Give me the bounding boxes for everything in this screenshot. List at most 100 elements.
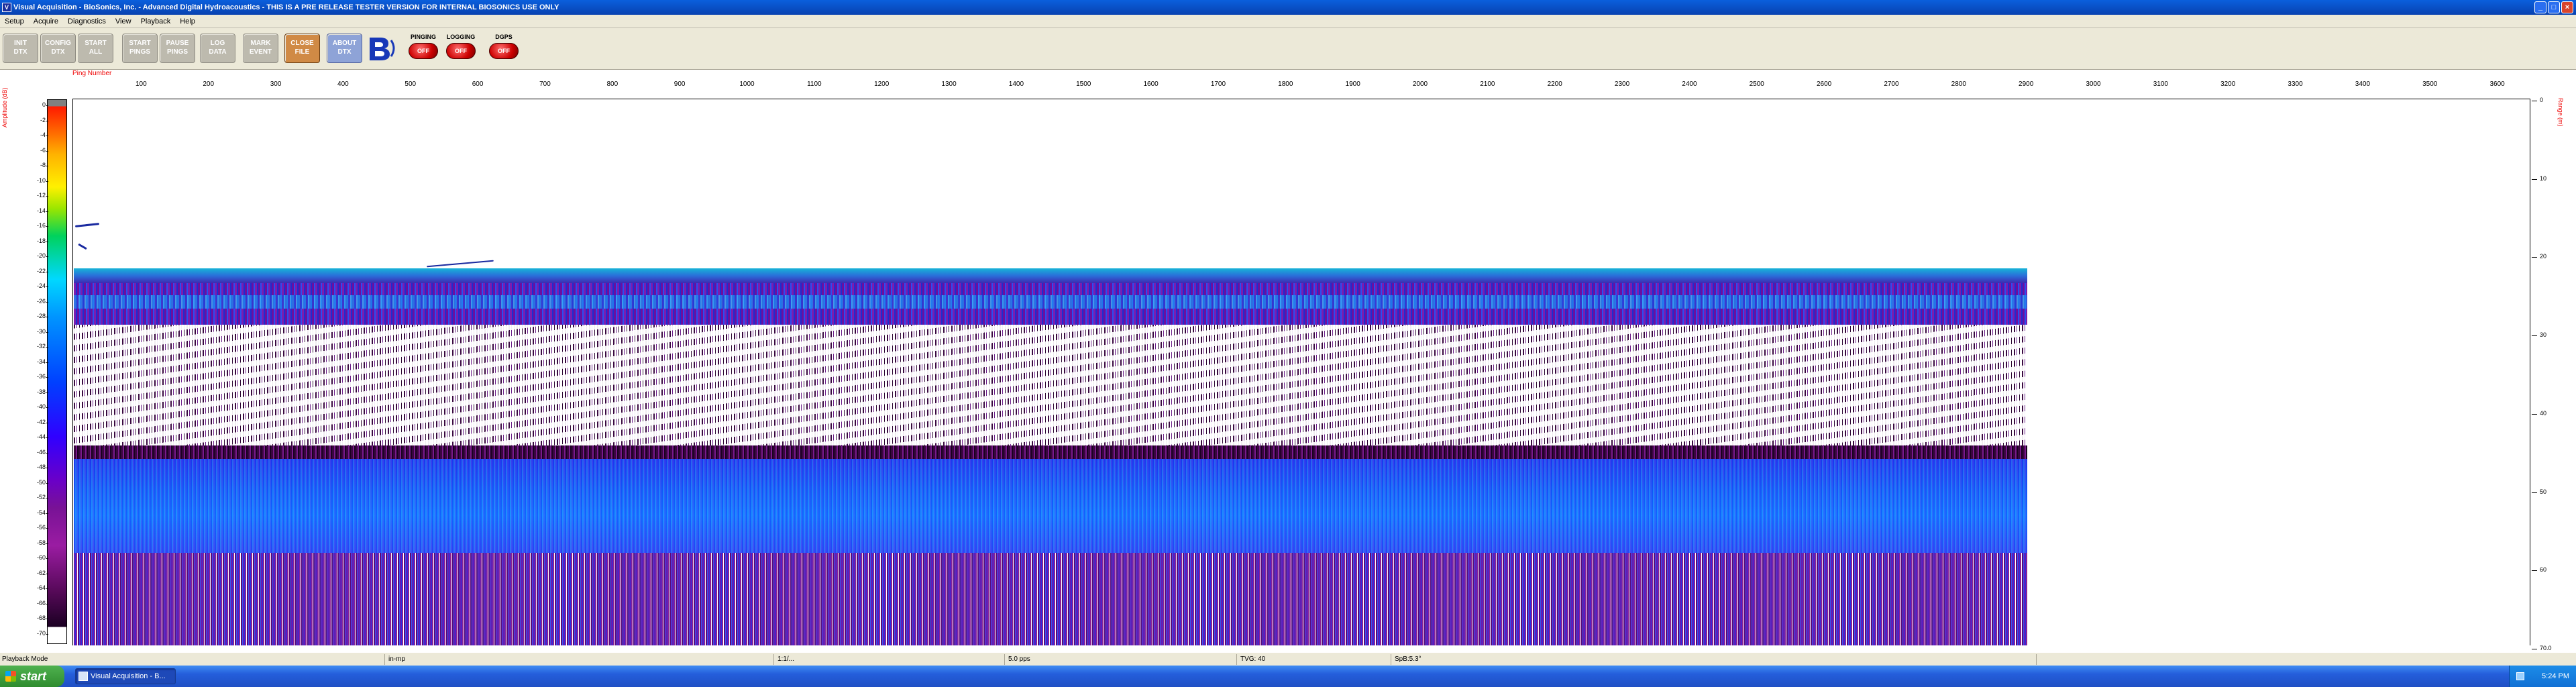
amplitude-tick-label: -6 (32, 147, 48, 154)
surface-layer (74, 268, 2027, 283)
app-window-icon (78, 672, 88, 681)
range-tick-label: 50 (2531, 488, 2547, 495)
range-tick-label: 70.0 (2532, 644, 2552, 651)
ping-tick-label: 900 (674, 81, 686, 88)
app-icon: V (2, 3, 11, 12)
ping-tick-label: 1700 (1210, 81, 1226, 88)
close-button[interactable]: × (2561, 1, 2573, 13)
low-backscatter-zone (74, 325, 2027, 445)
start-all-button[interactable]: START ALL (78, 34, 113, 63)
amplitude-tick-label: -8 (32, 162, 48, 168)
range-tick-label: 20 (2531, 253, 2547, 260)
range-tick-label: 30 (2531, 331, 2547, 339)
upper-blue-band (74, 295, 2027, 309)
amplitude-tick-label: -68 (32, 615, 48, 621)
status-spb: SpB:5.3° (1393, 654, 2037, 665)
logging-indicator: LOGGING OFF (443, 34, 478, 66)
amplitude-tick-label: -42 (32, 419, 48, 425)
network-icon[interactable] (2516, 672, 2524, 680)
ping-tick-label: 2100 (1480, 81, 1495, 88)
button-label: MARK (250, 40, 271, 47)
amplitude-tick-label: -46 (32, 449, 48, 456)
amplitude-tick-label: -50 (32, 479, 48, 486)
ping-tick-label: 2700 (1884, 81, 1899, 88)
window-controls: _ □ × (2534, 1, 2573, 13)
amplitude-tick-label: -24 (32, 282, 48, 289)
range-tick-label: 60 (2531, 566, 2547, 574)
amplitude-tick-label: -34 (32, 358, 48, 365)
button-label: FILE (294, 48, 310, 56)
about-dtx-button[interactable]: ABOUT DTX (327, 34, 362, 63)
ping-tick-label: 2000 (1412, 81, 1428, 88)
amplitude-tick-label: -20 (32, 252, 48, 259)
ping-tick-label: 3400 (2355, 81, 2371, 88)
ping-tick-label: 1200 (874, 81, 890, 88)
menu-setup[interactable]: Setup (0, 17, 29, 25)
start-button[interactable]: start (0, 666, 64, 687)
windows-flag-icon (5, 671, 16, 682)
start-pings-button[interactable]: START PINGS (122, 34, 158, 63)
ping-tick-label: 3000 (2086, 81, 2101, 88)
menu-playback[interactable]: Playback (136, 17, 176, 25)
task-label: Visual Acquisition - B... (91, 672, 166, 680)
ping-tick-label: 1000 (739, 81, 755, 88)
ping-tick-label: 800 (606, 81, 619, 88)
ping-tick-label: 3300 (2288, 81, 2303, 88)
button-label: PAUSE (166, 40, 189, 47)
bottom-noise-band (74, 553, 2027, 645)
ping-tick-label: 3600 (2489, 81, 2505, 88)
logging-state: OFF (446, 43, 476, 59)
button-label: INIT (14, 40, 27, 47)
menu-diagnostics[interactable]: Diagnostics (63, 17, 111, 25)
taskbar-item-visual-acquisition[interactable]: Visual Acquisition - B... (75, 668, 176, 684)
app-window: V Visual Acquisition - BioSonics, Inc. -… (0, 0, 2576, 687)
menu-help[interactable]: Help (175, 17, 200, 25)
log-data-button[interactable]: LOG DATA (200, 34, 235, 63)
ping-tick-label: 2600 (1816, 81, 1832, 88)
amplitude-tick-label: -12 (32, 192, 48, 199)
amplitude-tick-label: -36 (32, 373, 48, 380)
init-dtx-button[interactable]: INIT DTX (3, 34, 38, 63)
dark-boundary-band (74, 445, 2027, 459)
menu-view[interactable]: View (111, 17, 136, 25)
ping-tick-label: 1300 (941, 81, 957, 88)
status-bar: Playback Mode in-mp 1:1/... 5.0 pps TVG:… (0, 652, 2576, 666)
amplitude-tick-label: -60 (32, 554, 48, 561)
dgps-state: OFF (489, 43, 519, 59)
ping-tick-label: 2200 (1547, 81, 1562, 88)
button-label: PINGS (129, 48, 151, 56)
start-label: start (20, 670, 47, 683)
amplitude-tick-label: -4 (32, 131, 48, 138)
title-bar[interactable]: V Visual Acquisition - BioSonics, Inc. -… (0, 0, 2576, 15)
config-dtx-button[interactable]: CONFIG DTX (40, 34, 76, 63)
button-label: ALL (89, 48, 103, 56)
mark-event-button[interactable]: MARK EVENT (243, 34, 278, 63)
pause-pings-button[interactable]: PAUSE PINGS (160, 34, 195, 63)
ping-tick-label: 100 (136, 81, 147, 88)
range-tick-label: 10 (2531, 174, 2547, 182)
ping-tick-label: 2500 (1749, 81, 1764, 88)
status-tvg: TVG: 40 (1238, 654, 1391, 665)
amplitude-tick-label: -44 (32, 433, 48, 440)
minimize-button[interactable]: _ (2534, 1, 2546, 13)
button-label: DTX (337, 48, 352, 56)
amplitude-tick-label: 0 (32, 101, 48, 108)
ping-tick-label: 200 (203, 81, 215, 88)
status-mode: Playback Mode (0, 654, 385, 665)
blue-backscatter-band (74, 459, 2027, 553)
amplitude-tick-label: -54 (32, 509, 48, 516)
button-label: EVENT (249, 48, 272, 56)
button-label: ABOUT (332, 40, 357, 47)
amplitude-tick-label: -16 (32, 222, 48, 229)
pinging-state: OFF (409, 43, 438, 59)
status-field: 1:1/... (775, 654, 1005, 665)
ping-tick-label: 2300 (1614, 81, 1630, 88)
close-file-button[interactable]: CLOSE FILE (284, 34, 320, 63)
range-axis-label: Range (m) (2557, 98, 2564, 127)
amplitude-tick-label: -66 (32, 600, 48, 606)
ping-tick-label: 600 (472, 81, 484, 88)
ping-axis (72, 91, 2530, 99)
menu-acquire[interactable]: Acquire (29, 17, 63, 25)
menu-bar: Setup Acquire Diagnostics View Playback … (0, 15, 2576, 28)
maximize-button[interactable]: □ (2548, 1, 2560, 13)
